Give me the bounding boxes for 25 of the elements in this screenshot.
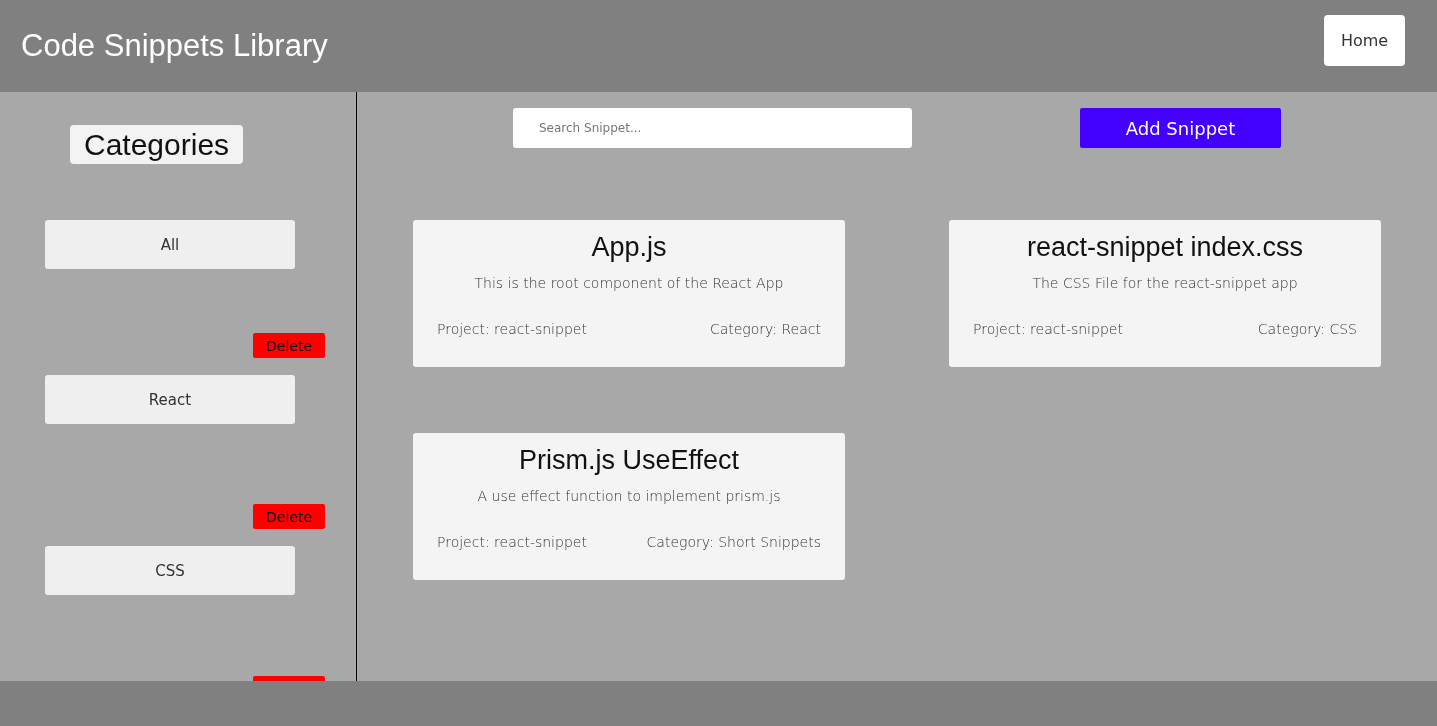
snippet-project: Project: react-snippet	[437, 534, 587, 550]
snippet-title: react-snippet index.css	[1026, 232, 1304, 263]
categories-heading: Categories	[70, 125, 244, 164]
snippet-category: Category: CSS	[1257, 321, 1357, 337]
delete-button[interactable]: Delete	[253, 333, 325, 358]
add-snippet-button[interactable]: Add Snippet	[1080, 108, 1281, 148]
snippet-project: Project: react-snippet	[973, 321, 1123, 337]
snippet-description: This is the root component of the React App	[474, 275, 784, 291]
snippet-category: Category: React	[709, 321, 821, 337]
app-title: Code Snippets Library	[21, 28, 328, 64]
search-field[interactable]: Search Snippet...	[513, 108, 912, 148]
snippet-project: Project: react-snippet	[437, 321, 587, 337]
category-button[interactable]: All	[45, 220, 295, 269]
snippet-card[interactable]: App.js This is the root component of the React App Project: react-snippet Category: React	[413, 220, 845, 367]
snippet-card[interactable]: react-snippet index.css The CSS File for the react-snippet app Project: react-snippet Category: CSS	[949, 220, 1381, 367]
delete-button[interactable]: Delete	[253, 504, 325, 529]
category-button[interactable]: React	[45, 375, 295, 424]
snippet-title: Prism.js UseEffect	[518, 445, 740, 476]
snippet-category: Category: Short Snippets	[646, 534, 821, 550]
snippet-card[interactable]: Prism.js UseEffect A use effect function to implement prism.js Project: react-snippet Category: Short Snippets	[413, 433, 845, 580]
home-button[interactable]: Home	[1324, 14, 1405, 66]
snippet-description: A use effect function to implement prism.js	[477, 488, 781, 504]
snippet-title: App.js	[591, 232, 667, 263]
snippet-description: The CSS File for the react-snippet app	[1032, 275, 1298, 291]
category-button[interactable]: CSS	[45, 546, 295, 595]
